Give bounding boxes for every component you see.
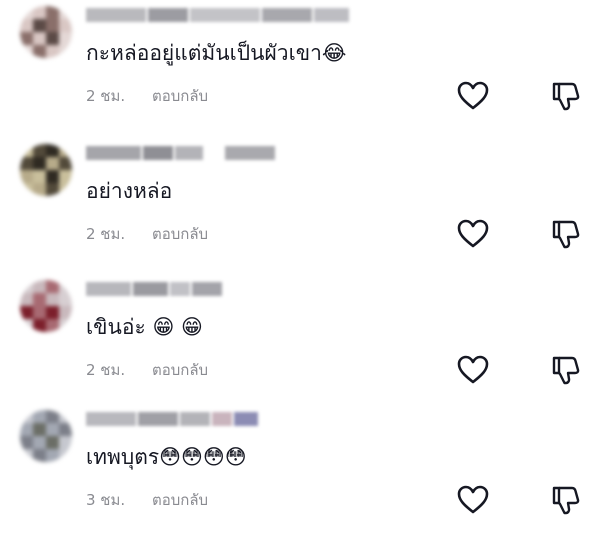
- timestamp: 2 ชม.: [86, 225, 126, 243]
- heart-outline-icon: [457, 355, 489, 384]
- comment-body: อย่างหล่อ: [86, 179, 173, 203]
- emoji: 😂: [321, 41, 347, 65]
- reply-button[interactable]: ตอบกลับ: [152, 222, 208, 246]
- comment-text: กะหล่ออยู่แต่มันเป็นผัวเขา😂: [86, 38, 346, 68]
- like-button[interactable]: [456, 80, 490, 112]
- timestamp: 2 ชม.: [86, 361, 126, 379]
- emoji: 😁 😁: [152, 315, 203, 339]
- thumbs-down-outline-icon: [552, 220, 580, 249]
- avatar[interactable]: [20, 280, 72, 332]
- comment-item: เทพบุตร😳😳😳😳 3 ชม. ตอบกลับ: [0, 404, 600, 534]
- like-button[interactable]: [456, 354, 490, 386]
- heart-outline-icon: [457, 81, 489, 110]
- thumbs-down-outline-icon: [552, 486, 580, 515]
- avatar[interactable]: [20, 6, 72, 58]
- reply-button[interactable]: ตอบกลับ: [152, 488, 208, 512]
- username-redacted[interactable]: [86, 4, 349, 26]
- like-button[interactable]: [456, 218, 490, 250]
- comment-body: เทพบุตร: [86, 445, 160, 469]
- dislike-button[interactable]: [548, 484, 582, 516]
- comment-item: กะหล่ออยู่แต่มันเป็นผัวเขา😂 2 ชม. ตอบกลั…: [0, 0, 600, 130]
- username-redacted[interactable]: [86, 142, 275, 164]
- username-redacted[interactable]: [86, 408, 258, 430]
- username-redacted[interactable]: [86, 278, 222, 300]
- comment-text: เทพบุตร😳😳😳😳: [86, 442, 247, 472]
- comment-meta: 2 ชม. ตอบกลับ: [86, 84, 208, 108]
- comment-text: อย่างหล่อ: [86, 176, 172, 206]
- heart-outline-icon: [457, 485, 489, 514]
- reply-button[interactable]: ตอบกลับ: [152, 358, 208, 382]
- timestamp: 3 ชม.: [86, 491, 126, 509]
- emoji: 😳😳😳😳: [159, 445, 247, 469]
- comment-meta: 2 ชม. ตอบกลับ: [86, 222, 208, 246]
- comment-meta: 2 ชม. ตอบกลับ: [86, 358, 208, 382]
- avatar[interactable]: [20, 144, 72, 196]
- comment-text: เขินอ่ะ 😁 😁: [86, 312, 203, 342]
- thumbs-down-outline-icon: [552, 82, 580, 111]
- dislike-button[interactable]: [548, 354, 582, 386]
- comment-item: เขินอ่ะ 😁 😁 2 ชม. ตอบกลับ: [0, 274, 600, 404]
- comment-body: กะหล่ออยู่แต่มันเป็นผัวเขา: [86, 41, 322, 65]
- like-button[interactable]: [456, 484, 490, 516]
- dislike-button[interactable]: [548, 218, 582, 250]
- avatar[interactable]: [20, 410, 72, 462]
- timestamp: 2 ชม.: [86, 87, 126, 105]
- comment-meta: 3 ชม. ตอบกลับ: [86, 488, 208, 512]
- comment-item: อย่างหล่อ 2 ชม. ตอบกลับ: [0, 138, 600, 268]
- heart-outline-icon: [457, 219, 489, 248]
- reply-button[interactable]: ตอบกลับ: [152, 84, 208, 108]
- thumbs-down-outline-icon: [552, 356, 580, 385]
- comment-body: เขินอ่ะ: [86, 315, 146, 339]
- dislike-button[interactable]: [548, 80, 582, 112]
